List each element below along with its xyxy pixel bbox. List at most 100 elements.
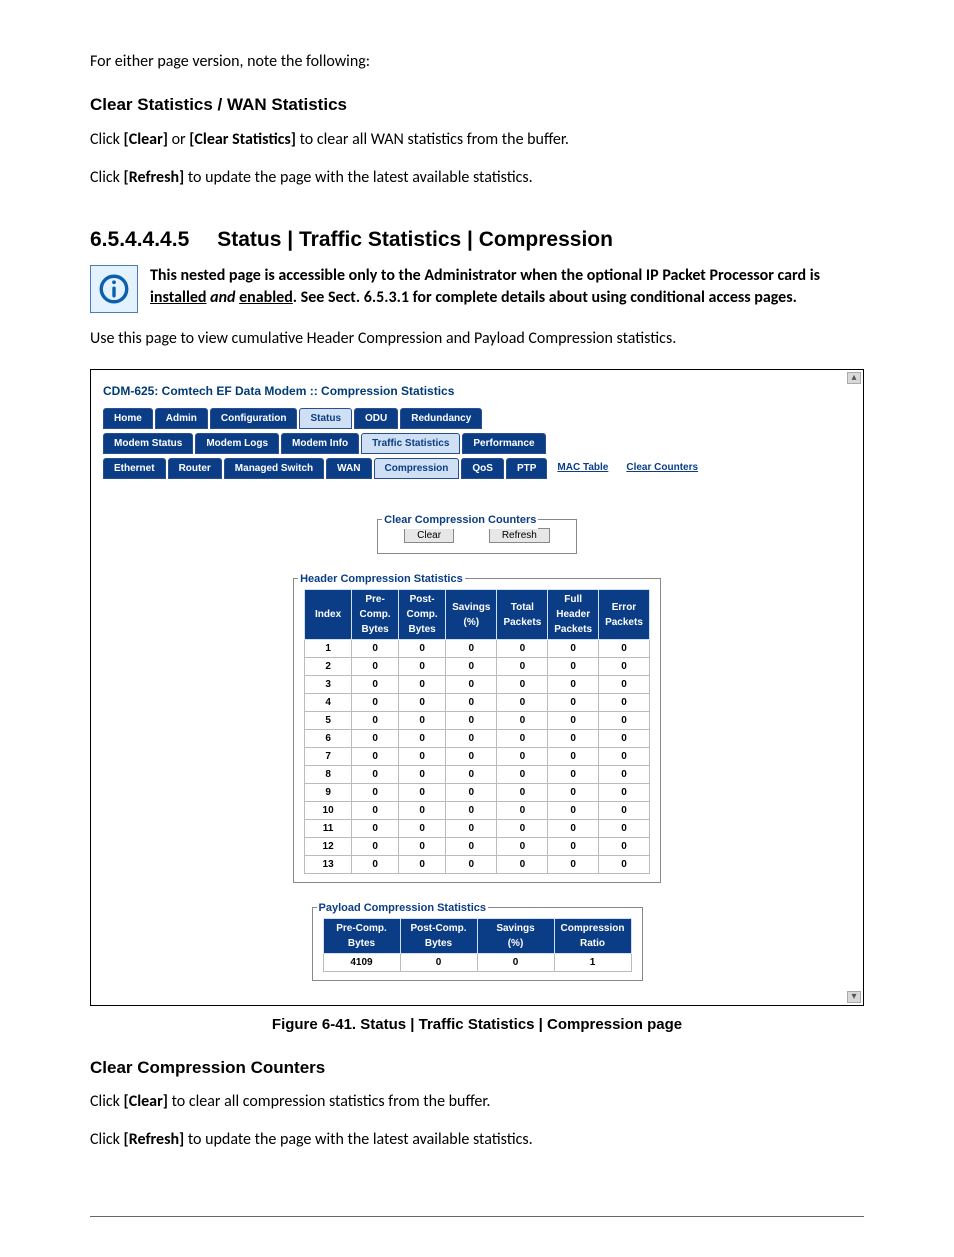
t: Click (90, 1092, 124, 1111)
t: Click (90, 130, 124, 149)
tab-traffic-statistics[interactable]: Traffic Statistics (361, 433, 460, 454)
tab-modem-logs[interactable]: Modem Logs (195, 433, 279, 454)
cell: 0 (497, 748, 548, 766)
cell: 3 (305, 676, 352, 694)
tab-configuration[interactable]: Configuration (210, 408, 298, 429)
cell: 0 (446, 784, 497, 802)
tab-performance[interactable]: Performance (462, 433, 545, 454)
cell: 0 (497, 640, 548, 658)
cell: 8 (305, 766, 352, 784)
cell: 0 (399, 766, 446, 784)
tab-managed-switch[interactable]: Managed Switch (224, 458, 324, 479)
cell: 0 (497, 820, 548, 838)
cell: 0 (497, 676, 548, 694)
cell: 0 (548, 748, 599, 766)
cell: 0 (352, 748, 399, 766)
header-compression-fieldset: Header Compression Statistics IndexPre-C… (293, 578, 661, 883)
fieldset-legend: Header Compression Statistics (298, 571, 465, 588)
tab-redundancy[interactable]: Redundancy (400, 408, 482, 429)
heading-clear-wan: Clear Statistics / WAN Statistics (90, 92, 864, 118)
table-row: 13000000 (305, 856, 650, 874)
cell: 0 (399, 658, 446, 676)
cell: 0 (548, 784, 599, 802)
cell: 0 (497, 658, 548, 676)
tab-row-2: Modem StatusModem LogsModem InfoTraffic … (103, 431, 851, 454)
payload-compression-table: Pre-Comp.BytesPost-Comp.BytesSavings(%)C… (323, 918, 632, 972)
cell: 0 (399, 748, 446, 766)
tab-home[interactable]: Home (103, 408, 153, 429)
col-header: TotalPackets (497, 590, 548, 640)
cell: 0 (599, 658, 650, 676)
tab-router[interactable]: Router (168, 458, 222, 479)
fieldset-legend: Payload Compression Statistics (317, 900, 489, 917)
cell: 0 (548, 802, 599, 820)
tab-ethernet[interactable]: Ethernet (103, 458, 166, 479)
cell: 2 (305, 658, 352, 676)
table-row: 9000000 (305, 784, 650, 802)
cell: 0 (548, 676, 599, 694)
cell: 0 (446, 856, 497, 874)
t: Click (90, 1130, 124, 1149)
payload-compression-fieldset: Payload Compression Statistics Pre-Comp.… (312, 907, 643, 981)
cell: 0 (399, 712, 446, 730)
cell: 0 (352, 856, 399, 874)
cell: 1 (305, 640, 352, 658)
tab-status[interactable]: Status (299, 408, 352, 429)
clear-key: [Clear] (124, 1092, 168, 1111)
tab-modem-status[interactable]: Modem Status (103, 433, 193, 454)
header-compression-table: IndexPre-Comp.BytesPost-Comp.BytesSaving… (304, 589, 650, 874)
cell: 7 (305, 748, 352, 766)
scrollbar-up-icon: ▴ (847, 372, 861, 384)
table-row: 7000000 (305, 748, 650, 766)
admin-note: This nested page is accessible only to t… (90, 265, 864, 313)
cell: 0 (352, 784, 399, 802)
tab-clear-counters[interactable]: Clear Counters (618, 458, 706, 479)
col-header: Index (305, 590, 352, 640)
col-header: Savings(%) (446, 590, 497, 640)
col-header: Post-Comp.Bytes (400, 919, 477, 954)
tab-ptp[interactable]: PTP (506, 458, 547, 479)
tab-wan[interactable]: WAN (326, 458, 371, 479)
cell: 0 (548, 658, 599, 676)
info-icon (90, 265, 138, 313)
cell: 0 (599, 676, 650, 694)
cell: 0 (446, 748, 497, 766)
cell: 6 (305, 730, 352, 748)
cell: 0 (497, 712, 548, 730)
cell: 0 (446, 730, 497, 748)
tab-row-1: HomeAdminConfigurationStatusODURedundanc… (103, 406, 851, 429)
table-row: 1000000 (305, 640, 650, 658)
refresh-button[interactable]: Refresh (489, 528, 550, 543)
cell: 9 (305, 784, 352, 802)
tab-compression[interactable]: Compression (374, 458, 460, 479)
refresh-text: Click [Refresh] to update the page with … (90, 166, 864, 190)
cell: 0 (352, 802, 399, 820)
tab-admin[interactable]: Admin (155, 408, 208, 429)
and-word: and (207, 288, 240, 307)
enabled-word: enabled (239, 288, 293, 307)
tab-qos[interactable]: QoS (461, 458, 504, 479)
clear-wan-text: Click [Clear] or [Clear Statistics] to c… (90, 128, 864, 152)
cell: 0 (599, 730, 650, 748)
clear-counters-fieldset: Clear Compression Counters Clear Refresh (377, 519, 577, 554)
cell: 0 (599, 640, 650, 658)
page-title: CDM-625: Comtech EF Data Modem :: Compre… (103, 382, 851, 400)
clear-button[interactable]: Clear (404, 528, 454, 543)
table-row: 4109001 (323, 954, 631, 972)
cell: 0 (497, 694, 548, 712)
cell: 0 (548, 766, 599, 784)
cell: 0 (399, 802, 446, 820)
cell: 0 (548, 694, 599, 712)
admin-note-text: This nested page is accessible only to t… (150, 265, 864, 310)
tab-modem-info[interactable]: Modem Info (281, 433, 359, 454)
cell: 12 (305, 838, 352, 856)
tab-mac-table[interactable]: MAC Table (549, 458, 616, 479)
cell: 0 (399, 694, 446, 712)
cell: 0 (352, 730, 399, 748)
cell: 0 (399, 730, 446, 748)
table-row: 10000000 (305, 802, 650, 820)
col-header: ErrorPackets (599, 590, 650, 640)
cell: 0 (599, 856, 650, 874)
tab-odu[interactable]: ODU (354, 408, 398, 429)
table-row: 3000000 (305, 676, 650, 694)
